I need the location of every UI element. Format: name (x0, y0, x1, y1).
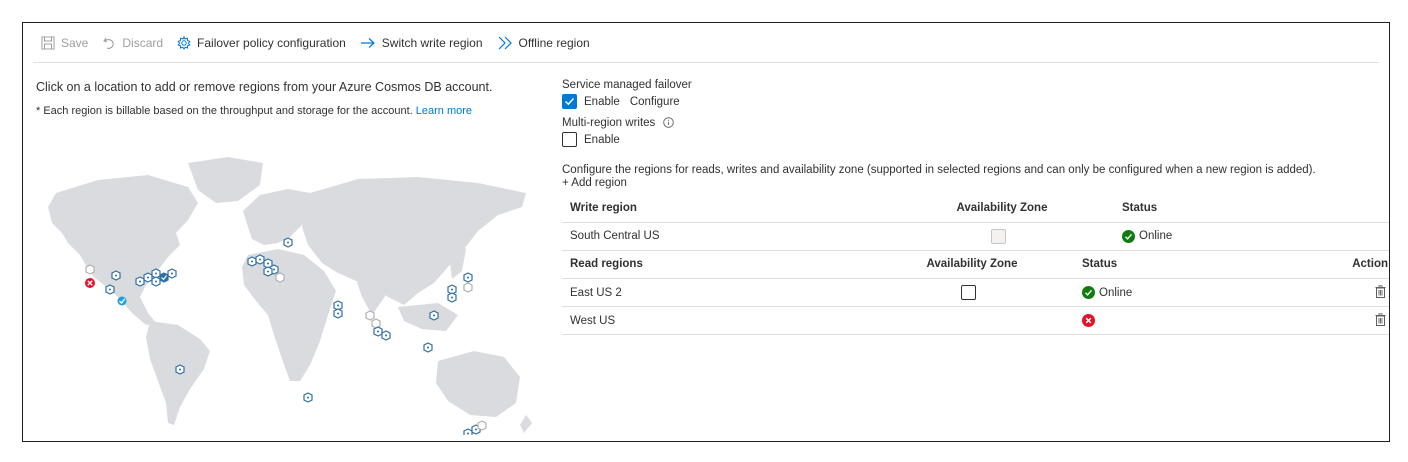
region-marker[interactable] (371, 318, 381, 329)
africa-shape (242, 249, 336, 381)
settings-panel: Service managed failover Enable Configur… (562, 79, 1389, 335)
west-us-error-marker[interactable] (85, 278, 95, 288)
region-marker[interactable] (175, 364, 185, 375)
failover-label: Failover policy configuration (197, 36, 346, 50)
double-chevron-right-icon (498, 36, 512, 50)
switch-write-label: Switch write region (381, 36, 483, 50)
read-az-header: Availability Zone (902, 250, 1042, 279)
billing-note-text: * Each region is billable based on the t… (36, 105, 413, 117)
multi-region-writes-row: Multi-region writes (562, 117, 1389, 129)
region-marker[interactable] (105, 284, 115, 295)
multi-region-writes-enable-label: Enable (584, 133, 620, 146)
read-status: Online (1082, 286, 1271, 299)
australia-shape (436, 351, 520, 417)
world-map[interactable] (38, 145, 538, 435)
read-status-text: Online (1099, 286, 1133, 299)
read-region-header: Read regions (562, 250, 902, 279)
region-marker[interactable] (477, 420, 487, 431)
region-marker[interactable] (111, 270, 121, 281)
region-marker[interactable] (135, 276, 145, 287)
replicate-data-globally-panel: Save Discard Failover policy configurati… (22, 22, 1390, 442)
write-region-name: South Central US (562, 222, 922, 251)
greenland-shape (188, 157, 263, 203)
region-marker[interactable] (255, 254, 265, 265)
discard-button[interactable]: Discard (102, 36, 163, 50)
arrow-right-icon (360, 38, 375, 48)
read-regions-table: Read regions Availability Zone Status Ac… (562, 250, 1389, 335)
region-marker[interactable] (247, 256, 257, 267)
service-failover-label: Service managed failover (562, 79, 692, 91)
region-marker[interactable] (263, 266, 273, 277)
read-region-name: West US (562, 306, 902, 335)
region-marker[interactable] (463, 428, 473, 435)
offline-region-button[interactable]: Offline region (497, 36, 590, 50)
switch-write-region-button[interactable]: Switch write region (360, 36, 483, 50)
save-icon (41, 36, 55, 50)
region-marker[interactable] (381, 330, 391, 341)
offline-label: Offline region (518, 36, 590, 50)
failover-policy-button[interactable]: Failover policy configuration (177, 36, 346, 50)
service-failover-checkbox[interactable] (562, 94, 577, 109)
read-status-header: Status (1042, 250, 1271, 279)
write-az-header: Availability Zone (922, 194, 1082, 223)
save-button[interactable]: Save (41, 36, 88, 50)
east-us-2-marker[interactable] (159, 272, 169, 283)
region-marker[interactable] (447, 292, 457, 303)
read-status-error (1082, 314, 1271, 327)
region-marker[interactable] (365, 310, 375, 321)
command-bar: Save Discard Failover policy configurati… (23, 23, 1389, 63)
region-marker[interactable] (333, 308, 343, 319)
region-marker[interactable] (463, 272, 473, 283)
table-row[interactable]: West US (562, 306, 1389, 335)
region-marker[interactable] (303, 392, 313, 403)
configure-link[interactable]: Configure (630, 96, 680, 108)
region-marker[interactable] (463, 282, 473, 293)
trash-icon[interactable] (1375, 284, 1386, 298)
read-az-checkbox[interactable] (961, 285, 976, 300)
gear-icon (177, 36, 191, 50)
learn-more-link[interactable]: Learn more (416, 105, 472, 117)
region-marker[interactable] (143, 272, 153, 283)
write-region-table: Write region Availability Zone Status So… (562, 194, 1389, 251)
table-row[interactable]: East US 2 Online (562, 278, 1389, 307)
region-marker[interactable] (167, 268, 177, 279)
checkmark-icon (564, 97, 575, 106)
table-row[interactable]: South Central US Online (562, 222, 1389, 251)
region-marker[interactable] (283, 237, 293, 248)
write-status-header: Status (1082, 194, 1389, 223)
asia-shape (302, 177, 526, 305)
write-az-checkbox[interactable] (991, 228, 1006, 244)
south-central-us-write-marker[interactable] (117, 296, 127, 306)
read-region-name: East US 2 (562, 278, 902, 307)
online-check-icon (1122, 229, 1135, 243)
read-action-header: Action (1270, 250, 1389, 279)
multi-region-writes-label: Multi-region writes (562, 117, 656, 129)
billing-note: * Each region is billable based on the t… (36, 105, 472, 117)
trash-icon[interactable] (1375, 312, 1386, 326)
discard-label: Discard (122, 36, 164, 50)
map-instruction: Click on a location to add or remove reg… (36, 80, 493, 94)
undo-icon (103, 37, 114, 49)
add-region-link[interactable]: + Add region (562, 177, 1389, 190)
online-check-icon (1082, 286, 1095, 299)
region-marker[interactable] (423, 342, 433, 353)
multi-region-writes-checkbox[interactable] (562, 132, 577, 147)
write-status: Online (1122, 229, 1389, 243)
write-region-header: Write region (562, 194, 922, 223)
new-zealand-shape (520, 415, 532, 433)
region-marker[interactable] (151, 276, 161, 287)
southeast-asia-shape (398, 303, 458, 331)
configure-regions-note: Configure the regions for reads, writes … (562, 164, 1316, 176)
error-x-icon (1082, 314, 1095, 327)
land-masses (48, 157, 532, 433)
region-marker[interactable] (85, 264, 95, 275)
region-marker[interactable] (429, 310, 439, 321)
region-marker[interactable] (373, 326, 383, 337)
service-failover-enable-label: Enable (584, 95, 620, 108)
save-label: Save (61, 36, 89, 50)
region-marker[interactable] (275, 272, 285, 283)
info-icon[interactable] (662, 117, 674, 129)
write-status-text: Online (1139, 230, 1173, 242)
